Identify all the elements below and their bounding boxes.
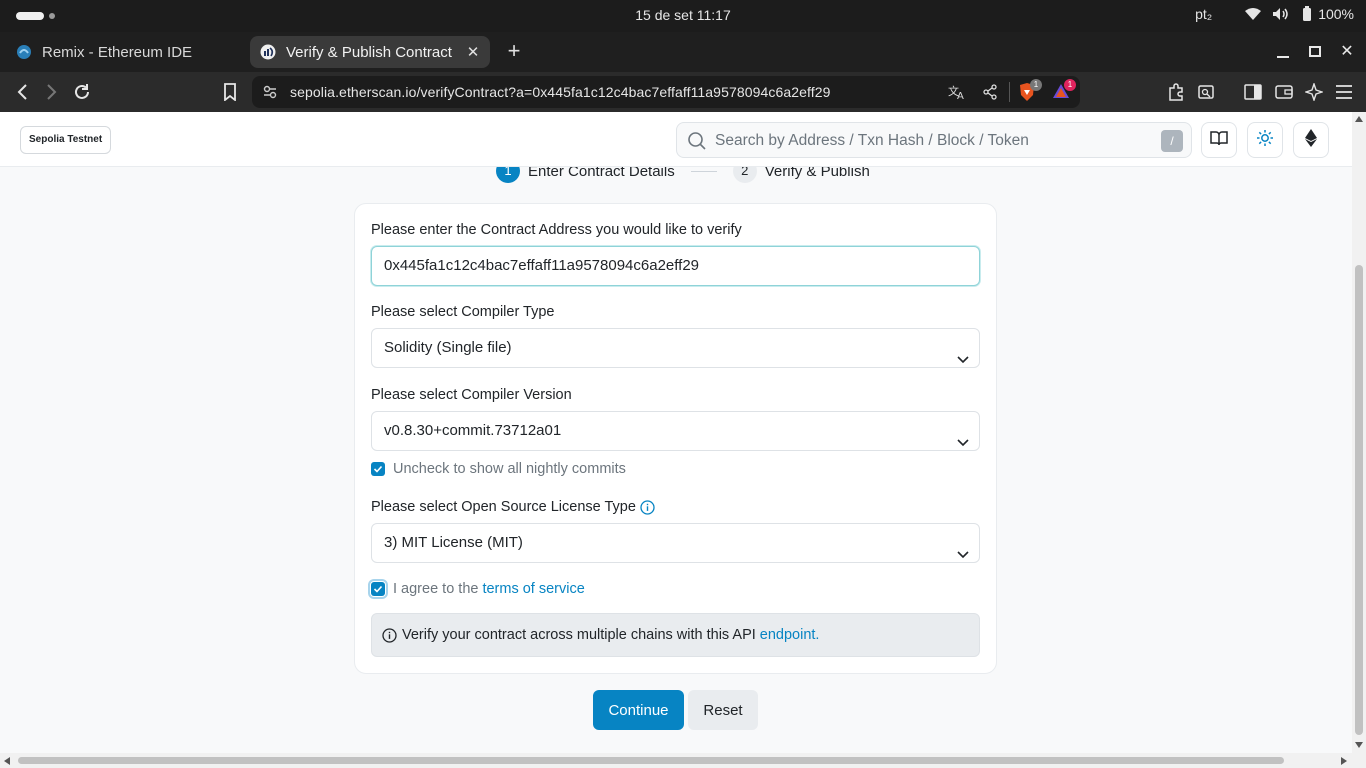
scroll-left-icon[interactable] [4,757,10,765]
address-bar[interactable]: sepolia.etherscan.io/verifyContract?a=0x… [252,76,1080,108]
close-window-icon[interactable]: ✕ [1337,42,1357,62]
compiler-version-label: Please select Compiler Version [371,387,572,403]
scroll-up-icon[interactable] [1355,116,1363,122]
shields-count: 1 [1030,79,1042,91]
url-text: sepolia.etherscan.io/verifyContract?a=0x… [290,84,831,100]
book-icon [1210,130,1228,151]
nightly-commits-checkbox[interactable] [371,462,385,476]
scroll-right-icon[interactable] [1341,757,1347,765]
page-viewport: Sepolia Testnet / 1 Enter Contract Detai [0,112,1352,753]
address-divider [1009,82,1010,102]
address-label: Please enter the Contract Address you wo… [371,222,742,238]
system-tray[interactable]: pt₂ 100% [1195,6,1354,22]
compiler-type-label: Please select Compiler Type [371,304,555,320]
tab-remix[interactable]: Remix - Ethereum IDE [12,36,244,68]
site-settings-icon[interactable] [262,84,278,103]
compiler-type-value: Solidity (Single file) [384,339,512,356]
theme-toggle-button[interactable] [1247,122,1283,158]
reset-button[interactable]: Reset [688,690,758,730]
sidebar-icon[interactable] [1241,80,1265,104]
terms-label: I agree to the [393,581,479,597]
license-type-label-text: Please select Open Source License Type [371,499,636,515]
tab-title: Verify & Publish Contract [286,43,452,61]
chevron-down-icon [957,537,969,575]
nightly-commits-option[interactable]: Uncheck to show all nightly commits [371,461,626,477]
os-top-bar: 15 de set 11:17 pt₂ 100% [0,0,1366,32]
compiler-type-select[interactable]: Solidity (Single file) [371,328,980,368]
minimize-icon[interactable] [1273,42,1293,62]
browser-toolbar: sepolia.etherscan.io/verifyContract?a=0x… [0,72,1366,112]
terms-of-service-link[interactable]: terms of service [482,581,584,597]
terms-agreement-option[interactable]: I agree to the terms of service [368,579,585,599]
verify-form-card: Please enter the Contract Address you wo… [354,203,997,674]
back-icon[interactable] [10,80,34,104]
tab-verify-publish[interactable]: Verify & Publish Contract ✕ [250,36,490,68]
new-tab-icon[interactable]: + [502,40,526,64]
menu-icon[interactable] [1332,80,1356,104]
site-header: Sepolia Testnet / [0,112,1352,167]
leo-ai-icon[interactable] [1302,80,1326,104]
maximize-icon[interactable] [1305,42,1325,62]
vertical-scroll-thumb[interactable] [1355,265,1363,735]
search-shortcut-key: / [1161,130,1183,152]
info-text: Verify your contract across multiple cha… [402,627,756,643]
etherscan-icon [260,44,276,60]
reload-icon[interactable] [70,80,94,104]
api-info-alert: Verify your contract across multiple cha… [371,613,980,657]
license-type-value: 3) MIT License (MIT) [384,534,523,551]
browser-tab-strip: Remix - Ethereum IDE Verify & Publish Co… [0,32,1366,72]
svg-text:A: A [957,91,964,100]
keyboard-layout[interactable]: pt₂ [1195,6,1212,22]
vertical-scrollbar[interactable] [1352,112,1366,753]
volume-icon [1272,7,1290,21]
forward-icon[interactable] [40,80,64,104]
info-icon[interactable] [640,499,655,515]
search-input[interactable] [715,129,1155,153]
ethereum-icon [1305,128,1317,152]
continue-button[interactable]: Continue [593,690,684,730]
reader-mode-icon[interactable] [1194,80,1218,104]
license-type-label: Please select Open Source License Type [371,499,655,515]
clock[interactable]: 15 de set 11:17 [0,7,1366,23]
scroll-down-icon[interactable] [1355,742,1363,748]
contract-address-input[interactable]: 0x445fa1c12c4bac7effaff11a9578094c6a2eff… [371,246,980,286]
wifi-icon [1244,7,1262,21]
license-type-select[interactable]: 3) MIT License (MIT) [371,523,980,563]
translate-icon[interactable]: 文A [948,84,966,103]
share-icon[interactable] [982,84,998,103]
step-connector [690,170,717,172]
docs-button[interactable] [1201,122,1237,158]
compiler-version-value: v0.8.30+commit.73712a01 [384,422,562,439]
endpoint-link[interactable]: endpoint. [760,627,820,643]
chevron-down-icon [957,342,969,380]
extensions-icon[interactable] [1164,80,1188,104]
battery-level: 100% [1318,6,1354,22]
bookmark-icon[interactable] [218,80,242,104]
horizontal-scrollbar[interactable] [0,753,1366,768]
search-icon [687,131,707,156]
network-switch-button[interactable] [1293,122,1329,158]
rewards-count: 1 [1064,79,1076,91]
battery-icon [1300,6,1314,22]
info-circle-icon [382,627,397,643]
nightly-commits-label: Uncheck to show all nightly commits [393,461,626,477]
remix-icon [16,44,32,60]
tab-title: Remix - Ethereum IDE [42,43,193,61]
compiler-version-select[interactable]: v0.8.30+commit.73712a01 [371,411,980,451]
chevron-down-icon [957,425,969,463]
sun-icon [1256,129,1274,152]
network-badge[interactable]: Sepolia Testnet [20,126,112,154]
close-tab-icon[interactable]: ✕ [462,43,484,61]
wallet-icon[interactable] [1272,80,1296,104]
horizontal-scroll-thumb[interactable] [18,757,1284,764]
search-box[interactable]: / [676,122,1192,158]
terms-checkbox[interactable] [368,579,388,599]
